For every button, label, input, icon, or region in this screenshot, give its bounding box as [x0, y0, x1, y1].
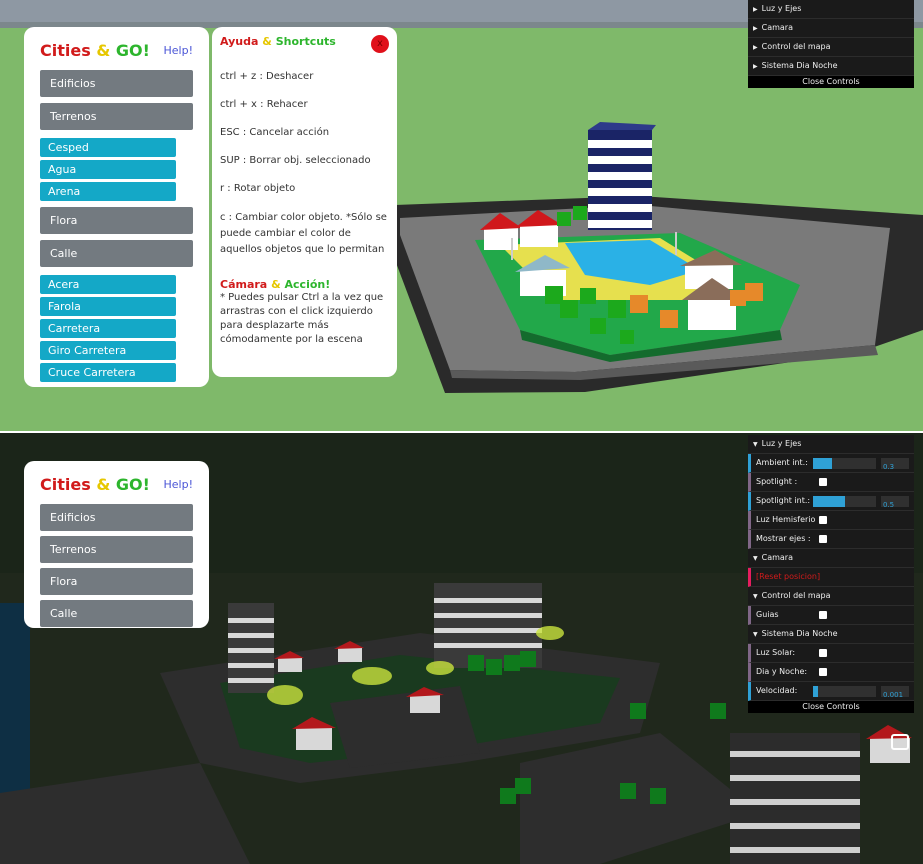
help-link[interactable]: Help!: [164, 44, 194, 57]
controls-panel-collapsed: ▶ Luz y Ejes ▶ Camara ▶ Control del mapa ▶ S…: [748, 0, 914, 88]
help-title: Ayuda & Shortcuts: [220, 35, 336, 48]
speed-slider[interactable]: [813, 686, 876, 697]
terrenos-button[interactable]: Terrenos: [40, 103, 193, 130]
spotlight-row: Spotlight :: [748, 473, 914, 492]
speed-row: Velocidad: 0.001: [748, 682, 914, 701]
terrain-submenu: Cesped Agua Arena: [40, 138, 193, 201]
night-tower-right[interactable]: [730, 733, 860, 864]
ambient-intensity-slider[interactable]: [813, 458, 876, 469]
spotlight-intensity-value[interactable]: 0.5: [881, 496, 909, 509]
shortcut-item: ESC : Cancelar acción: [220, 127, 330, 138]
controls-panel-expanded: ▼ Luz y Ejes Ambient int.: 0.3 Spotlight …: [748, 435, 914, 713]
acera-option[interactable]: Acera: [40, 275, 176, 294]
folder-camara[interactable]: ▶ Camara: [748, 19, 914, 38]
folder-sistema-dia-noche[interactable]: ▶ Sistema Dia Noche: [748, 57, 914, 76]
folder-luz-ejes[interactable]: ▶ Luz y Ejes: [748, 0, 914, 19]
folder-control-mapa[interactable]: ▶ Control del mapa: [748, 38, 914, 57]
triangle-down-icon: ▼: [753, 441, 758, 448]
ambient-intensity-row: Ambient int.: 0.3: [748, 454, 914, 473]
show-axes-row: Mostrar ejes :: [748, 530, 914, 549]
brand-header: Cities & GO! Help!: [40, 35, 193, 65]
help-close-button[interactable]: x: [371, 35, 389, 53]
main-menu-panel-night: Cities & GO! Help! Edificios Terrenos Fl…: [24, 461, 209, 628]
app-logo-title: Cities & GO!: [40, 40, 150, 60]
close-controls-button[interactable]: Close Controls: [748, 701, 914, 713]
triangle-right-icon: ▶: [753, 44, 758, 51]
spotlight-intensity-slider[interactable]: [813, 496, 876, 507]
shortcut-item: c : Cambiar color objeto. *Sólo se puede…: [220, 212, 387, 255]
triangle-right-icon: ▶: [753, 63, 758, 70]
hemisphere-light-row: Luz Hemisferio :: [748, 511, 914, 542]
farola-option[interactable]: Farola: [40, 297, 176, 316]
brand-header: Cities & GO! Help!: [40, 469, 193, 499]
folder-sistema-dia-noche[interactable]: ▼ Sistema Dia Noche: [748, 625, 914, 644]
agua-option[interactable]: Agua: [40, 160, 176, 179]
terrenos-button[interactable]: Terrenos: [40, 536, 193, 563]
camera-instructions: * Puedes pulsar Ctrl a la vez que arrast…: [220, 292, 384, 345]
reset-position-button[interactable]: [Reset posicion]: [748, 568, 914, 587]
tower-building[interactable]: [588, 122, 656, 230]
giro-carretera-option[interactable]: Giro Carretera: [40, 341, 176, 360]
solar-light-row: Luz Solar:: [748, 644, 914, 663]
app-logo-title: Cities & GO!: [40, 474, 150, 494]
shortcut-item: ctrl + x : Rehacer: [220, 99, 308, 110]
calle-button[interactable]: Calle: [40, 240, 193, 267]
edificios-button[interactable]: Edificios: [40, 70, 193, 97]
triangle-down-icon: ▼: [753, 593, 758, 600]
arena-option[interactable]: Arena: [40, 182, 176, 201]
triangle-down-icon: ▼: [753, 631, 758, 638]
shortcut-list: ctrl + z : Deshacer ctrl + x : Rehacer E…: [220, 70, 389, 258]
hemisphere-light-checkbox[interactable]: [819, 516, 827, 524]
folder-luz-ejes[interactable]: ▼ Luz y Ejes: [748, 435, 914, 454]
help-link[interactable]: Help!: [164, 478, 194, 491]
spotlight-checkbox[interactable]: [819, 478, 827, 486]
flora-button[interactable]: Flora: [40, 207, 193, 234]
help-panel: Ayuda & Shortcuts x ctrl + z : Deshacer …: [212, 27, 397, 377]
triangle-down-icon: ▼: [753, 555, 758, 562]
cesped-option[interactable]: Cesped: [40, 138, 176, 157]
edificios-button[interactable]: Edificios: [40, 504, 193, 531]
spotlight-intensity-row: Spotlight int.: 0.5: [748, 492, 914, 511]
solar-light-checkbox[interactable]: [819, 649, 827, 657]
close-controls-button[interactable]: Close Controls: [748, 76, 914, 88]
main-menu-panel: Cities & GO! Help! Edificios Terrenos Ce…: [24, 27, 209, 387]
flora-button[interactable]: Flora: [40, 568, 193, 595]
carretera-option[interactable]: Carretera: [40, 319, 176, 338]
shortcut-item: SUP : Borrar obj. seleccionado: [220, 155, 371, 166]
speed-value[interactable]: 0.001: [881, 686, 909, 699]
day-night-checkbox[interactable]: [819, 668, 827, 676]
fullscreen-toggle-icon[interactable]: [891, 734, 909, 750]
night-tower-left[interactable]: [228, 603, 274, 693]
cruce-carretera-option[interactable]: Cruce Carretera: [40, 363, 176, 382]
ambient-intensity-value[interactable]: 0.3: [881, 458, 909, 471]
day-scene-viewport[interactable]: Cities & GO! Help! Edificios Terrenos Ce…: [0, 0, 923, 431]
guides-row: Guias: [748, 606, 914, 625]
shortcut-item: ctrl + z : Deshacer: [220, 71, 314, 82]
night-scene-viewport[interactable]: Cities & GO! Help! Edificios Terrenos Fl…: [0, 433, 923, 864]
triangle-right-icon: ▶: [753, 25, 758, 32]
folder-control-mapa[interactable]: ▼ Control del mapa: [748, 587, 914, 606]
folder-camara[interactable]: ▼ Camara: [748, 549, 914, 568]
calle-button[interactable]: Calle: [40, 600, 193, 627]
triangle-right-icon: ▶: [753, 6, 758, 13]
guides-checkbox[interactable]: [819, 611, 827, 619]
camera-section-title: Cámara & Acción!: [220, 278, 331, 291]
shortcut-item: r : Rotar objeto: [220, 183, 296, 194]
day-night-row: Dia y Noche:: [748, 663, 914, 682]
show-axes-checkbox[interactable]: [819, 535, 827, 543]
street-submenu: Acera Farola Carretera Giro Carretera Cr…: [40, 275, 193, 382]
